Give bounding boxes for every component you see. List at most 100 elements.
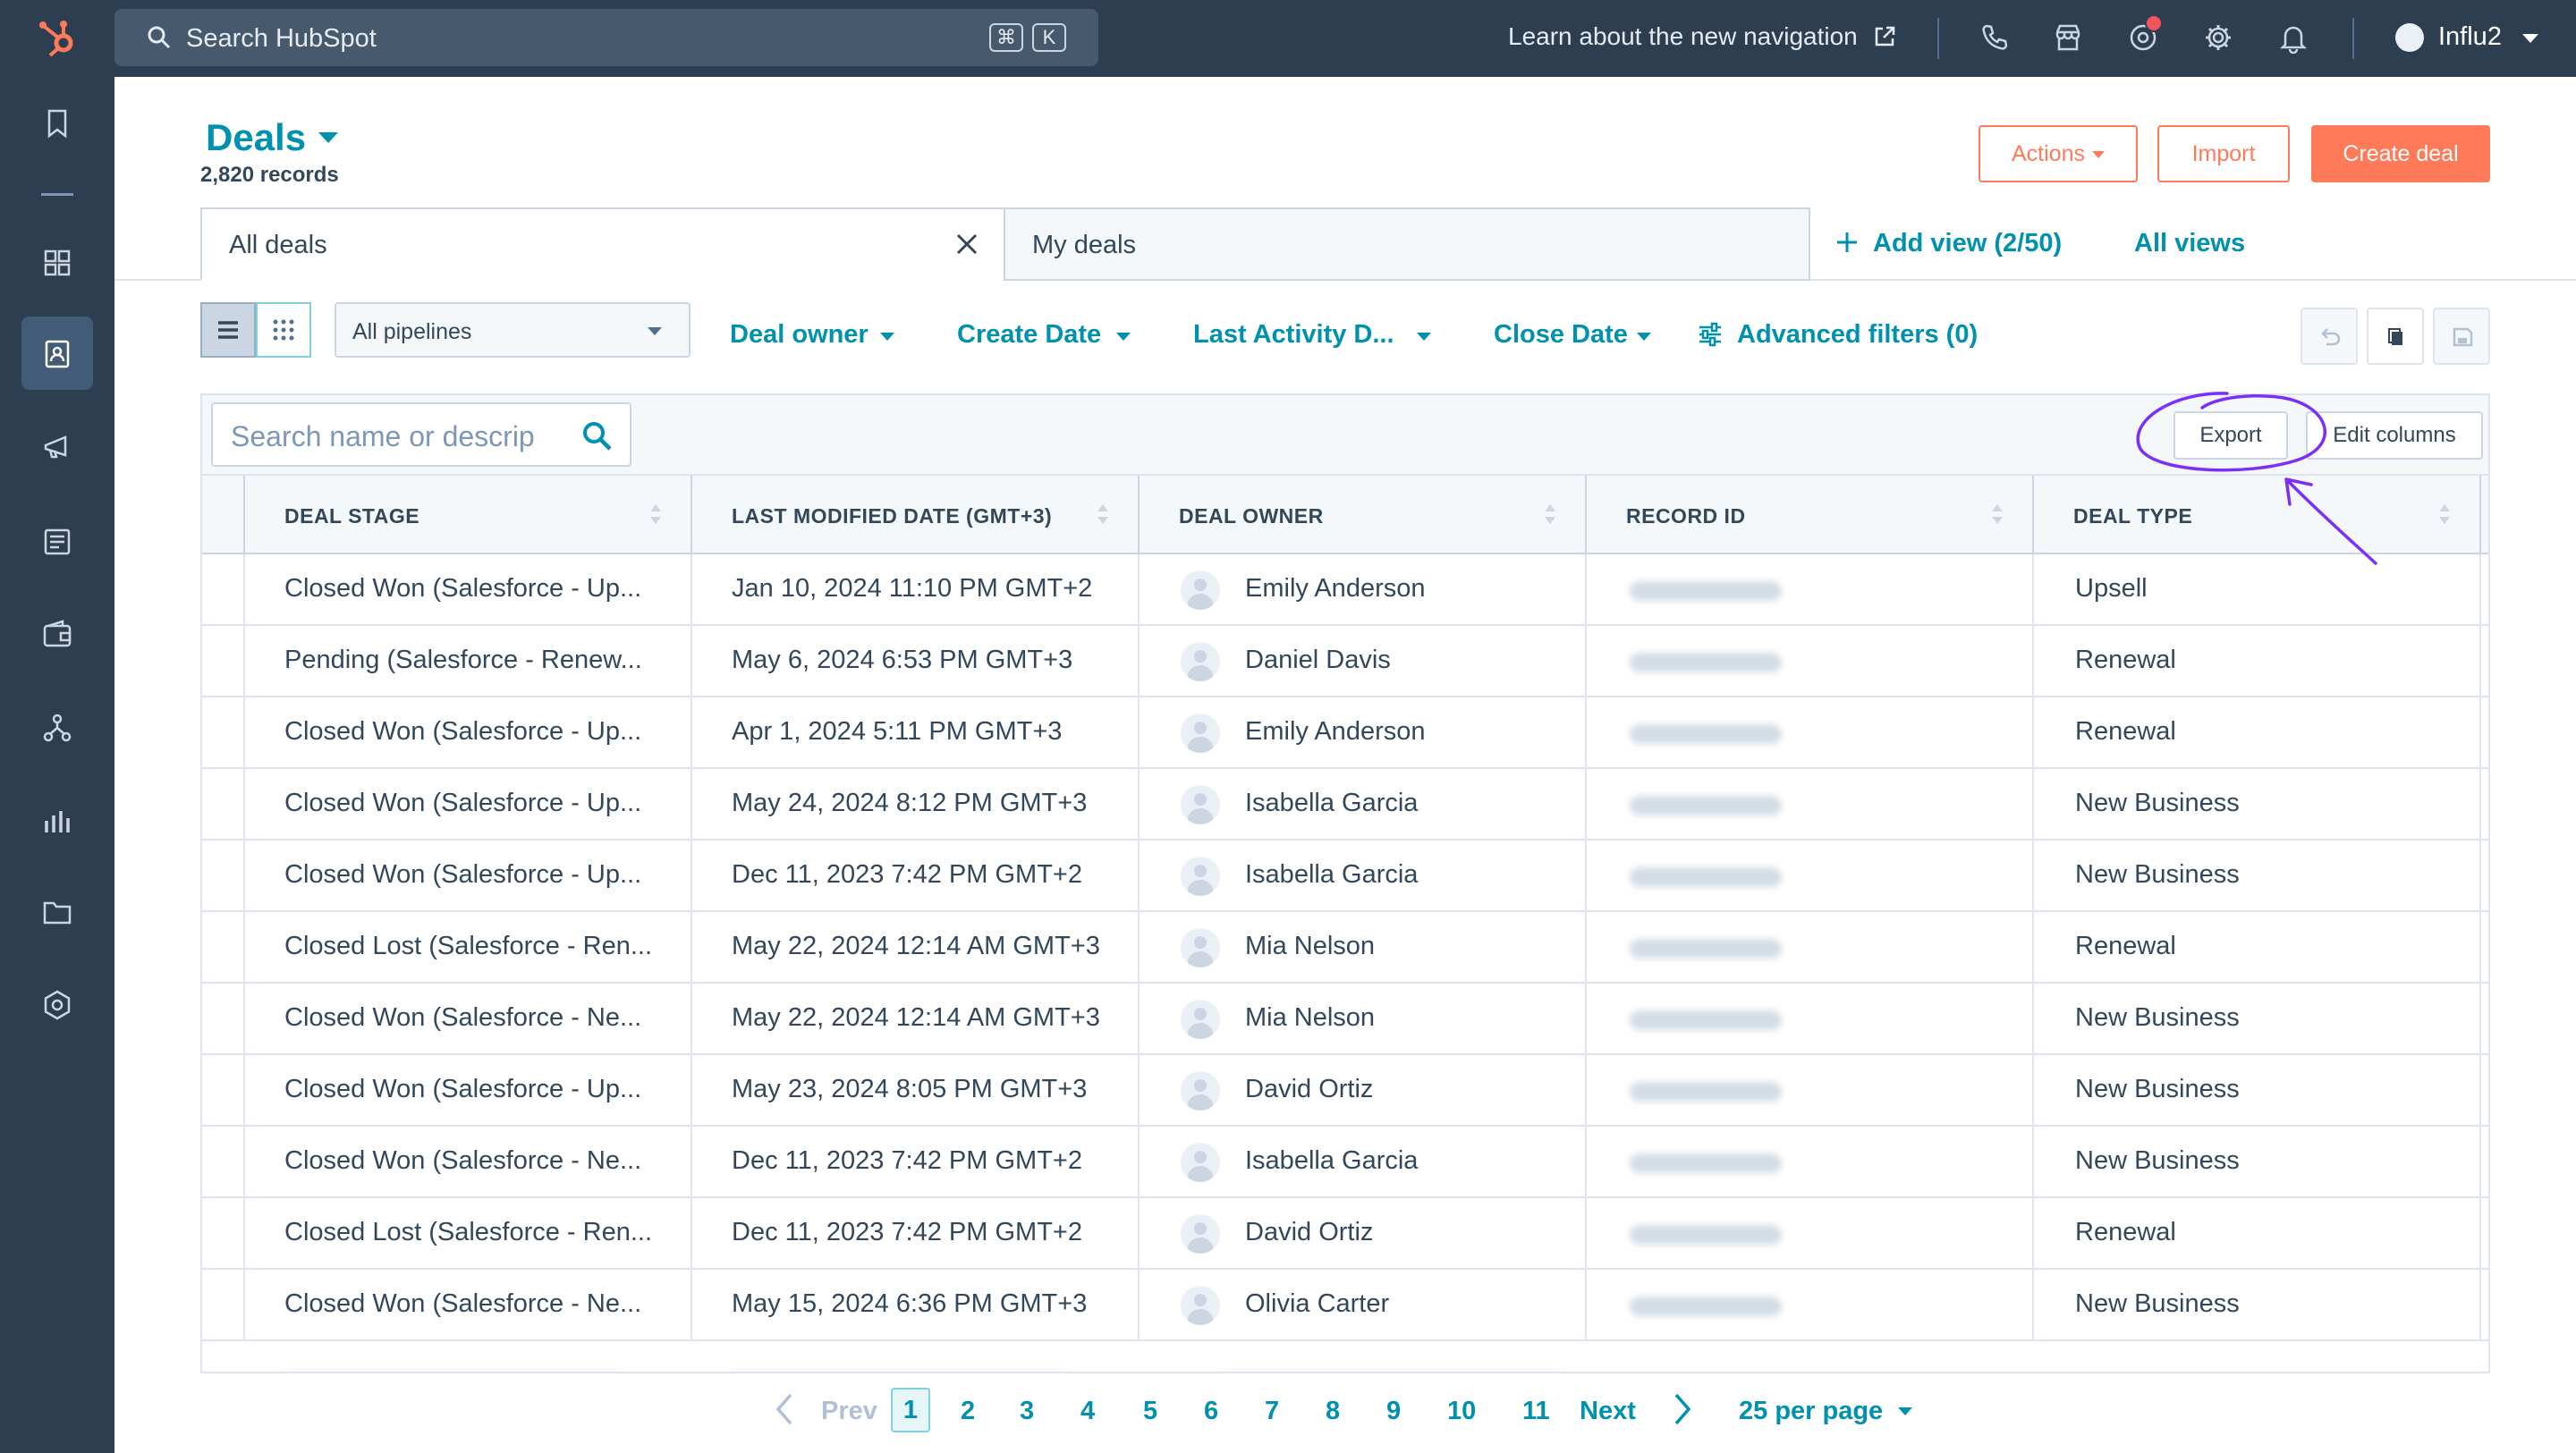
row-divider (1585, 1270, 1587, 1341)
account-caret-icon[interactable] (2522, 34, 2538, 43)
marketing-icon[interactable] (39, 429, 75, 465)
create-date-filter[interactable]: Create Date (957, 320, 1101, 350)
row-divider (1585, 841, 1587, 912)
hubspot-logo-icon[interactable] (36, 16, 80, 61)
external-link-icon[interactable] (1873, 25, 1896, 48)
table-row[interactable]: Closed Won (Salesforce - Up... Apr 1, 202… (202, 697, 2488, 769)
chevron-down-icon[interactable] (1417, 333, 1431, 341)
duplicate-view-button[interactable] (2367, 308, 2424, 365)
column-header-deal-stage[interactable]: DEAL STAGE (243, 476, 691, 554)
create-deal-button[interactable]: Create deal (2311, 125, 2490, 182)
list-view-toggle[interactable] (200, 302, 256, 358)
search-icon[interactable] (581, 420, 614, 452)
last-modified-cell: May 22, 2024 12:14 AM GMT+3 (732, 1003, 1100, 1032)
table-row[interactable]: Closed Won (Salesforce - Ne... May 22, 20… (202, 984, 2488, 1055)
gear-icon[interactable] (2202, 21, 2234, 54)
marketplace-icon[interactable] (2052, 21, 2084, 54)
tab-my-deals[interactable]: My deals (1004, 207, 1810, 281)
pipeline-select[interactable]: All pipelines (335, 302, 691, 358)
deal-owner-cell: Mia Nelson (1245, 932, 1376, 960)
close-icon[interactable] (953, 231, 980, 258)
last-modified-cell: May 15, 2024 6:36 PM GMT+3 (732, 1289, 1088, 1318)
deal-owner-filter[interactable]: Deal owner (730, 320, 869, 350)
table-row[interactable]: Closed Won (Salesforce - Up... May 23, 20… (202, 1055, 2488, 1127)
page-number-10[interactable]: 10 (1447, 1397, 1476, 1426)
global-search[interactable]: Search HubSpot ⌘ K (114, 9, 1098, 66)
table-row[interactable]: Closed Lost (Salesforce - Ren... Dec 11, … (202, 1198, 2488, 1270)
commerce-icon[interactable] (39, 617, 75, 653)
column-header-last-modified[interactable]: LAST MODIFIED DATE (GMT+3) (691, 476, 1138, 554)
advanced-filters-link[interactable]: Advanced filters (0) (1737, 320, 1978, 350)
account-avatar[interactable] (2395, 23, 2424, 52)
close-date-filter[interactable]: Close Date (1494, 320, 1628, 350)
account-name[interactable]: Influ2 (2438, 22, 2502, 52)
row-divider (1585, 1198, 1587, 1270)
deal-stage-cell: Closed Won (Salesforce - Ne... (284, 1289, 642, 1318)
table-row[interactable]: Closed Won (Salesforce - Ne... Dec 11, 20… (202, 1127, 2488, 1198)
faded-row-text (1222, 1368, 1562, 1372)
deal-owner-cell: Daniel Davis (1245, 646, 1391, 674)
page-number-9[interactable]: 9 (1386, 1397, 1401, 1426)
content-icon[interactable] (39, 524, 75, 560)
learn-navigation-link[interactable]: Learn about the new navigation (1508, 22, 1858, 51)
board-view-toggle[interactable] (256, 302, 311, 358)
table-row[interactable]: Closed Won (Salesforce - Up... Dec 11, 20… (202, 841, 2488, 912)
page-number-1[interactable]: 1 (891, 1388, 930, 1432)
table-row[interactable]: Pending (Salesforce - Renew... May 6, 202… (202, 626, 2488, 697)
bell-icon[interactable] (2277, 21, 2309, 54)
page-number-3[interactable]: 3 (1020, 1397, 1034, 1426)
page-number-2[interactable]: 2 (961, 1397, 975, 1426)
import-button[interactable]: Import (2157, 125, 2290, 182)
page-number-7[interactable]: 7 (1265, 1397, 1279, 1426)
per-page-select[interactable]: 25 per page (1739, 1397, 1883, 1426)
sort-icon[interactable] (1544, 503, 1556, 526)
table-search-input[interactable]: Search name or descrip (211, 402, 631, 467)
sort-icon[interactable] (649, 503, 662, 526)
grid-icon (273, 319, 294, 341)
row-divider (2479, 1127, 2481, 1198)
sort-icon[interactable] (1991, 503, 2004, 526)
copy-icon (2388, 328, 2402, 345)
page-number-11[interactable]: 11 (1522, 1397, 1550, 1426)
tab-all-deals[interactable]: All deals (200, 207, 1005, 281)
chevron-down-icon[interactable] (880, 333, 894, 341)
column-header-record-id[interactable]: RECORD ID (1585, 476, 2032, 554)
undo-button[interactable] (2301, 308, 2358, 365)
deal-stage-cell: Closed Lost (Salesforce - Ren... (284, 932, 653, 960)
plus-icon[interactable] (1835, 231, 1859, 254)
bookmark-icon[interactable] (39, 106, 75, 141)
column-header-deal-owner[interactable]: DEAL OWNER (1138, 476, 1585, 554)
page-number-4[interactable]: 4 (1080, 1397, 1095, 1426)
settings-hex-icon[interactable] (39, 987, 75, 1023)
actions-button[interactable]: Actions (1979, 125, 2138, 182)
table-row[interactable]: Closed Lost (Salesforce - Ren... May 22, … (202, 912, 2488, 984)
last-activity-filter[interactable]: Last Activity D... (1193, 320, 1394, 350)
chevron-right-icon[interactable] (1669, 1391, 1696, 1427)
save-view-button[interactable] (2433, 308, 2490, 365)
all-views-link[interactable]: All views (2134, 229, 2245, 258)
chevron-down-icon[interactable] (1116, 333, 1131, 341)
contacts-icon[interactable] (39, 336, 75, 372)
help-notification-dot (2145, 14, 2163, 32)
page-number-8[interactable]: 8 (1326, 1397, 1340, 1426)
deal-owner-cell: Mia Nelson (1245, 1003, 1376, 1032)
chevron-down-icon[interactable] (1898, 1407, 1912, 1415)
automation-icon[interactable] (39, 710, 75, 746)
chevron-down-icon[interactable] (1637, 333, 1651, 341)
sort-icon[interactable] (2438, 503, 2451, 526)
table-row[interactable]: Closed Won (Salesforce - Ne... May 15, 20… (202, 1270, 2488, 1341)
phone-icon[interactable] (1979, 21, 2011, 54)
sort-icon[interactable] (1097, 503, 1109, 526)
next-page-button[interactable]: Next (1580, 1397, 1636, 1426)
table-row[interactable]: Closed Won (Salesforce - Up... May 24, 20… (202, 769, 2488, 841)
page-title[interactable]: Deals (206, 116, 306, 159)
page-number-6[interactable]: 6 (1204, 1397, 1218, 1426)
add-view-link[interactable]: Add view (2/50) (1873, 229, 2062, 258)
sliders-icon[interactable] (1698, 322, 1723, 347)
reporting-icon[interactable] (39, 803, 75, 839)
library-icon[interactable] (39, 894, 75, 930)
apps-icon[interactable] (39, 245, 75, 281)
page-number-5[interactable]: 5 (1143, 1397, 1157, 1426)
title-caret-icon[interactable] (318, 132, 338, 143)
row-divider (1585, 626, 1587, 697)
